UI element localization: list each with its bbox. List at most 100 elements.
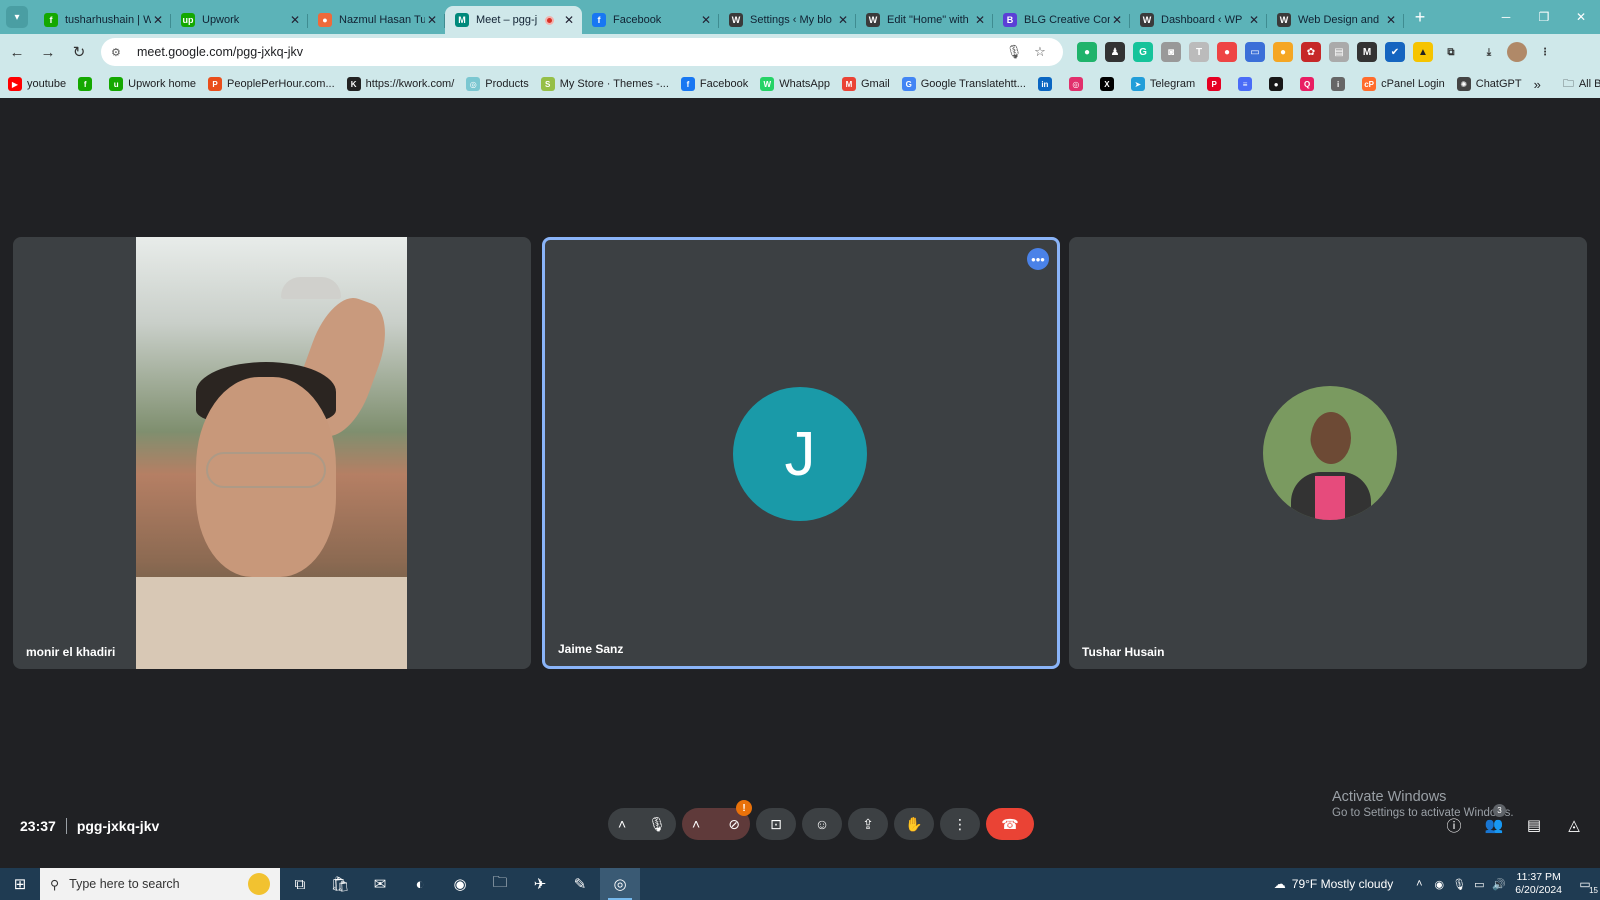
browser-tab[interactable]: up Upwork ✕ — [171, 6, 308, 34]
notepad-icon[interactable]: ✎ — [560, 868, 600, 900]
close-tab-icon[interactable]: ✕ — [288, 13, 302, 27]
tab-search-button[interactable]: ▾ — [6, 6, 28, 28]
participant-tile-jaime[interactable]: J ••• Jaime Sanz — [542, 237, 1060, 669]
close-tab-icon[interactable]: ✕ — [699, 13, 713, 27]
extensions-puzzle-icon[interactable]: ⧉ — [1441, 42, 1461, 62]
meeting-details-button[interactable]: ⓘ — [1434, 810, 1474, 840]
leave-call-button[interactable]: ☎ — [986, 808, 1034, 840]
file-explorer-icon[interactable]: 🗀 — [480, 868, 520, 900]
extension-icon[interactable]: ▭ — [1245, 42, 1265, 62]
address-bar[interactable]: ⚙ meet.google.com/pgg-jxkq-jkv 🎙 ☆ — [101, 38, 1063, 66]
extension-icon[interactable]: ● — [1273, 42, 1293, 62]
notifications-icon[interactable]: ▭ 15 — [1570, 877, 1600, 895]
camera-extension-icon[interactable]: ◙ — [1161, 42, 1181, 62]
bookmark-item[interactable]: ● — [1269, 77, 1288, 91]
grammarly-icon[interactable]: G — [1133, 42, 1153, 62]
more-options-button[interactable]: ⋮ — [940, 808, 980, 840]
extension-icon[interactable]: ♟ — [1105, 42, 1125, 62]
microphone-icon[interactable]: 🎙 — [648, 816, 666, 833]
browser-tab[interactable]: f tusharhushain | W ✕ — [34, 6, 171, 34]
windows-start-icon[interactable]: ⊞ — [0, 868, 40, 900]
bookmark-item[interactable]: X — [1099, 77, 1119, 91]
more-options-icon[interactable]: ••• — [1027, 248, 1049, 270]
participant-tile-monir[interactable]: monir el khadiri — [13, 237, 531, 669]
url-text[interactable]: meet.google.com/pgg-jxkq-jkv — [137, 45, 1001, 59]
bookmark-item[interactable]: ➤ Telegram — [1130, 77, 1195, 91]
bookmark-item[interactable]: ≡ — [1238, 77, 1257, 91]
text-extension-icon[interactable]: T — [1189, 42, 1209, 62]
task-view-icon[interactable]: ⧉ — [280, 868, 320, 900]
network-icon[interactable]: ▭ — [1469, 878, 1489, 891]
bookmark-item[interactable]: in — [1037, 77, 1057, 91]
new-tab-button[interactable]: + — [1408, 7, 1432, 28]
reactions-button[interactable]: ☺ — [802, 808, 842, 840]
microphone-icon[interactable]: 🎙 — [1449, 878, 1469, 891]
bookmark-item[interactable]: W WhatsApp — [760, 77, 830, 91]
browser-tab[interactable]: W Web Design and ✕ — [1267, 6, 1404, 34]
raise-hand-button[interactable]: ✋ — [894, 808, 934, 840]
browser-tab[interactable]: W Dashboard ‹ WP ✕ — [1130, 6, 1267, 34]
bookmark-item[interactable]: ◎ Products — [466, 77, 529, 91]
close-tab-icon[interactable]: ✕ — [151, 13, 165, 27]
camera-off-icon[interactable]: ⊘ — [728, 816, 740, 833]
extension-icon[interactable]: ● — [1077, 42, 1097, 62]
gmail-extension-icon[interactable]: M — [1357, 42, 1377, 62]
participant-tile-tushar[interactable]: Tushar Husain — [1069, 237, 1587, 669]
extension-icon[interactable]: ✿ — [1301, 42, 1321, 62]
microphone-icon[interactable]: 🎙 — [1001, 44, 1027, 60]
download-icon[interactable]: ⤓ — [1479, 42, 1499, 62]
bookmark-item[interactable]: P PeoplePerHour.com... — [208, 77, 335, 91]
weather-icon[interactable]: ☁ — [1274, 877, 1286, 891]
bookmark-item[interactable]: ✺ ChatGPT — [1456, 77, 1522, 91]
bookmark-item[interactable]: M Gmail — [841, 77, 890, 91]
site-info-icon[interactable]: ⚙ — [111, 46, 127, 59]
extension-icon[interactable]: ▤ — [1329, 42, 1349, 62]
store-icon[interactable]: 🛍 — [320, 868, 360, 900]
browser-menu-icon[interactable]: ⋮ — [1535, 42, 1555, 62]
weather-text[interactable]: 79°F Mostly cloudy — [1292, 877, 1394, 891]
extension-icon[interactable]: ▲ — [1413, 42, 1433, 62]
extension-icon[interactable]: ✔ — [1385, 42, 1405, 62]
browser-tab[interactable]: B BLG Creative Con ✕ — [993, 6, 1130, 34]
bookmark-item[interactable]: S My Store · Themes -... — [540, 77, 669, 91]
bookmark-item[interactable]: cP cPanel Login — [1362, 77, 1445, 91]
close-tab-icon[interactable]: ✕ — [1384, 13, 1398, 27]
forward-icon[interactable]: → — [34, 38, 62, 66]
bookmark-item[interactable]: G Google Translatehtt... — [901, 77, 1026, 91]
chevron-up-icon[interactable]: ˄ — [1409, 878, 1429, 890]
app-icon[interactable]: ◉ — [440, 868, 480, 900]
close-tab-icon[interactable]: ✕ — [836, 13, 850, 27]
bookmark-item[interactable]: Khttps://kwork.com/ — [346, 77, 454, 91]
activities-button[interactable]: ◬ — [1554, 810, 1594, 840]
browser-tab[interactable]: W Settings ‹ My blo ✕ — [719, 6, 856, 34]
bookmark-item[interactable]: P — [1207, 77, 1226, 91]
app-icon[interactable]: ✈ — [520, 868, 560, 900]
bookmark-item[interactable]: i — [1331, 77, 1350, 91]
back-icon[interactable]: ← — [3, 38, 31, 66]
reload-icon[interactable]: ↻ — [65, 38, 93, 66]
captions-button[interactable]: ⊡ — [756, 808, 796, 840]
minimize-button[interactable]: ─ — [1487, 0, 1525, 34]
present-button[interactable]: ⇪ — [848, 808, 888, 840]
browser-tab[interactable]: f Facebook ✕ — [582, 6, 719, 34]
browser-tab[interactable]: W Edit "Home" with ✕ — [856, 6, 993, 34]
edge-icon[interactable]: ◐ — [400, 868, 440, 900]
chevron-up-icon[interactable]: ˄ — [692, 816, 700, 832]
record-extension-icon[interactable]: ● — [1217, 42, 1237, 62]
mail-icon[interactable]: ✉ — [360, 868, 400, 900]
taskbar-search[interactable]: ⚲ Type here to search — [40, 868, 280, 900]
microphone-control[interactable]: ˄ 🎙 — [608, 808, 676, 840]
close-tab-icon[interactable]: ✕ — [1110, 13, 1124, 27]
more-bookmarks-icon[interactable]: » — [1534, 77, 1541, 92]
record-icon[interactable]: ◉ — [1429, 878, 1449, 891]
profile-avatar[interactable] — [1507, 42, 1527, 62]
chevron-up-icon[interactable]: ˄ — [618, 816, 626, 832]
close-tab-icon[interactable]: ✕ — [425, 13, 439, 27]
close-tab-icon[interactable]: ✕ — [562, 13, 576, 27]
chrome-icon[interactable]: ◎ — [600, 868, 640, 900]
bookmark-item[interactable]: f Facebook — [680, 77, 748, 91]
bookmark-item[interactable]: u Upwork home — [109, 77, 196, 91]
bookmark-star-icon[interactable]: ☆ — [1027, 44, 1053, 60]
camera-control[interactable]: ˄ ⊘! — [682, 800, 752, 840]
chat-button[interactable]: ▤ — [1514, 810, 1554, 840]
